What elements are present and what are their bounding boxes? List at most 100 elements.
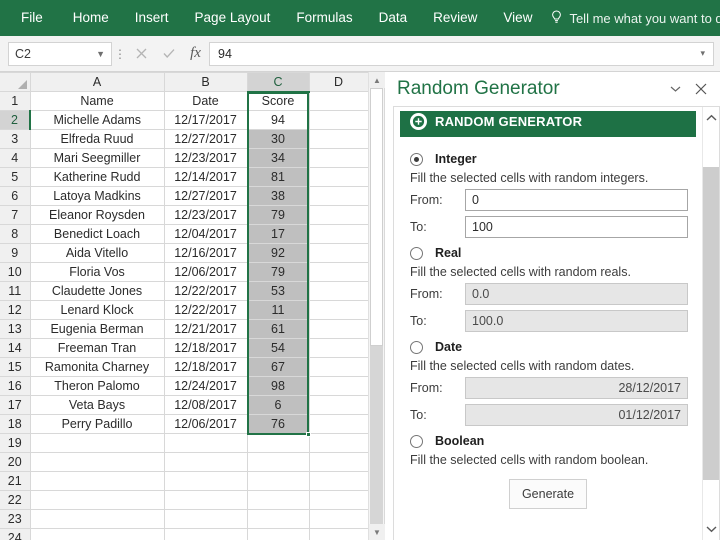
cell-score[interactable]: 53 — [247, 281, 310, 301]
cell-empty[interactable] — [247, 433, 310, 453]
cell-name[interactable]: Freeman Tran — [30, 338, 165, 358]
name-box[interactable]: C2 ▼ — [8, 41, 112, 66]
fx-icon[interactable]: fx — [182, 42, 209, 66]
cell-name[interactable]: Elfreda Ruud — [30, 129, 165, 149]
cell-date[interactable]: 12/24/2017 — [164, 376, 248, 396]
cell-empty[interactable] — [309, 281, 369, 301]
scroll-up-icon[interactable]: ▲ — [369, 72, 385, 88]
ribbon-tab-insert[interactable]: Insert — [122, 5, 182, 31]
row-header[interactable]: 7 — [0, 205, 31, 225]
cell-date[interactable]: 12/17/2017 — [164, 110, 248, 130]
cell-empty[interactable] — [247, 528, 310, 540]
row-header[interactable]: 2 — [0, 110, 31, 130]
cell-empty[interactable] — [247, 509, 310, 529]
cell-score[interactable]: 38 — [247, 186, 310, 206]
cell-date[interactable]: 12/22/2017 — [164, 300, 248, 320]
generate-button[interactable]: Generate — [509, 479, 587, 509]
row-header[interactable]: 17 — [0, 395, 31, 415]
cell-empty[interactable] — [309, 224, 369, 244]
option-row-real[interactable]: Real — [410, 243, 688, 263]
cancel-icon[interactable] — [128, 42, 155, 66]
formula-input[interactable]: 94 ▾ — [209, 41, 714, 66]
cell-empty[interactable] — [30, 509, 165, 529]
row-header[interactable]: 11 — [0, 281, 31, 301]
cell-score[interactable]: 54 — [247, 338, 310, 358]
cell-empty[interactable] — [30, 452, 165, 472]
ribbon-tab-formulas[interactable]: Formulas — [283, 5, 365, 31]
row-header[interactable]: 18 — [0, 414, 31, 434]
select-all-corner[interactable] — [0, 72, 31, 92]
cell-score[interactable]: 61 — [247, 319, 310, 339]
from-input-integer[interactable]: 0 — [465, 189, 688, 211]
close-icon[interactable] — [688, 76, 714, 102]
to-input-date[interactable]: 01/12/2017 — [465, 404, 688, 426]
cell-name[interactable]: Katherine Rudd — [30, 167, 165, 187]
to-input-integer[interactable]: 100 — [465, 216, 688, 238]
cell-empty[interactable] — [309, 357, 369, 377]
to-input-real[interactable]: 100.0 — [465, 310, 688, 332]
radio-integer[interactable] — [410, 152, 423, 166]
cell-score[interactable]: 6 — [247, 395, 310, 415]
chevron-down-icon[interactable] — [662, 76, 688, 102]
cell-name[interactable]: Veta Bays — [30, 395, 165, 415]
from-input-real[interactable]: 0.0 — [465, 283, 688, 305]
column-header-c[interactable]: C — [247, 72, 310, 93]
sheet-vertical-scrollbar[interactable]: ▲ ▼ — [368, 72, 385, 540]
cell-empty[interactable] — [164, 490, 248, 510]
sheet-scroll-track[interactable] — [369, 88, 384, 524]
row-header[interactable]: 22 — [0, 490, 31, 510]
cell-score[interactable]: 79 — [247, 262, 310, 282]
cell-empty[interactable] — [309, 110, 369, 130]
cell-empty[interactable] — [164, 452, 248, 472]
row-header[interactable]: 20 — [0, 452, 31, 472]
scroll-down-icon[interactable]: ▼ — [369, 524, 385, 540]
cell-score[interactable]: 81 — [247, 167, 310, 187]
cell-empty[interactable] — [309, 452, 369, 472]
cell-score[interactable]: 67 — [247, 357, 310, 377]
row-header[interactable]: 3 — [0, 129, 31, 149]
cell-empty[interactable] — [247, 452, 310, 472]
column-header-a[interactable]: A — [30, 72, 165, 92]
cell-name[interactable]: Floria Vos — [30, 262, 165, 282]
cell-empty[interactable] — [309, 167, 369, 187]
cell-name[interactable]: Michelle Adams — [30, 110, 165, 130]
cell-empty[interactable] — [309, 528, 369, 540]
selection-fill-handle[interactable] — [306, 432, 311, 437]
sheet-scroll-track-lower[interactable] — [370, 346, 383, 524]
cell-empty[interactable] — [247, 490, 310, 510]
cell-d1[interactable] — [309, 91, 369, 111]
cell-date[interactable]: 12/08/2017 — [164, 395, 248, 415]
cell-empty[interactable] — [309, 319, 369, 339]
cell-empty[interactable] — [164, 528, 248, 540]
option-row-date[interactable]: Date — [410, 337, 688, 357]
formula-bar-expand-icon[interactable]: ▾ — [700, 48, 705, 59]
cell-empty[interactable] — [309, 414, 369, 434]
row-header[interactable]: 14 — [0, 338, 31, 358]
ribbon-tab-review[interactable]: Review — [420, 5, 490, 31]
cell-name[interactable]: Aida Vitello — [30, 243, 165, 263]
row-header[interactable]: 19 — [0, 433, 31, 453]
row-header[interactable]: 13 — [0, 319, 31, 339]
cell-date[interactable]: 12/14/2017 — [164, 167, 248, 187]
cell-empty[interactable] — [309, 243, 369, 263]
cell-name[interactable]: Ramonita Charney — [30, 357, 165, 377]
row-header[interactable]: 10 — [0, 262, 31, 282]
cell-empty[interactable] — [309, 490, 369, 510]
row-header[interactable]: 6 — [0, 186, 31, 206]
row-header[interactable]: 23 — [0, 509, 31, 529]
cell-c1[interactable]: Score — [247, 91, 310, 111]
ribbon-tab-home[interactable]: Home — [60, 5, 122, 31]
pane-scroll-up-icon[interactable] — [703, 107, 719, 129]
row-header[interactable]: 24 — [0, 528, 31, 540]
row-header[interactable]: 12 — [0, 300, 31, 320]
cell-empty[interactable] — [30, 433, 165, 453]
ribbon-tab-view[interactable]: View — [490, 5, 545, 31]
cell-empty[interactable] — [164, 433, 248, 453]
cell-empty[interactable] — [309, 471, 369, 491]
row-header[interactable]: 9 — [0, 243, 31, 263]
cell-date[interactable]: 12/06/2017 — [164, 414, 248, 434]
cell-b1[interactable]: Date — [164, 91, 248, 111]
ribbon-tab-file[interactable]: File — [6, 5, 60, 31]
cell-name[interactable]: Theron Palomo — [30, 376, 165, 396]
radio-real[interactable] — [410, 246, 423, 260]
